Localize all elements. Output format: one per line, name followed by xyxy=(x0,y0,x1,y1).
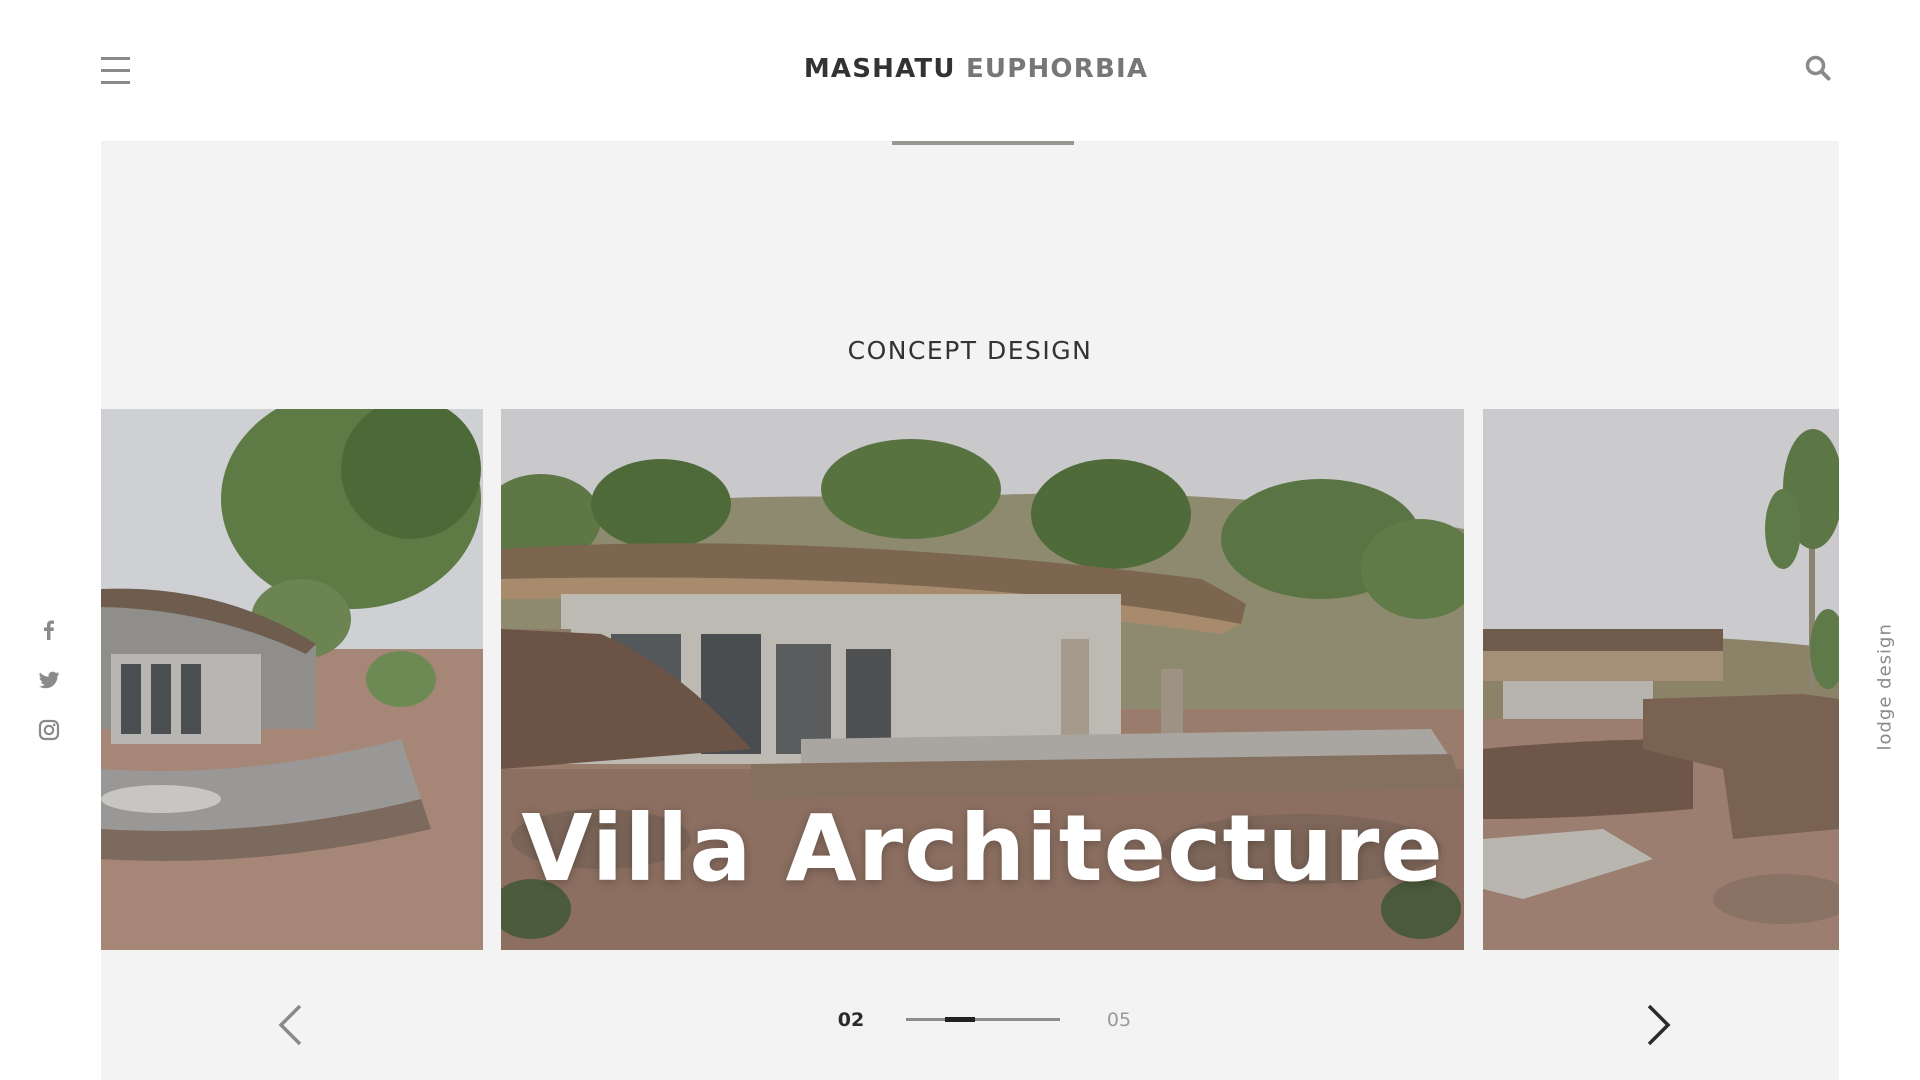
slide-next[interactable] xyxy=(1483,409,1839,950)
search-icon[interactable] xyxy=(1805,55,1831,81)
villa-render-right-image xyxy=(1483,409,1839,950)
site-logo[interactable]: MASHATU EUPHORBIA xyxy=(0,54,1920,84)
chevron-left-icon[interactable] xyxy=(276,1003,304,1047)
facebook-icon[interactable] xyxy=(37,618,61,642)
slider-progress-track xyxy=(906,1017,1060,1022)
slide-counter-current: 02 xyxy=(837,1009,865,1031)
slide-caption: Villa Architecture xyxy=(521,795,1444,902)
chevron-right-icon[interactable] xyxy=(1645,1003,1673,1047)
slide-counter-total: 05 xyxy=(1106,1009,1132,1031)
logo-primary: MASHATU xyxy=(803,54,956,84)
logo-secondary: EUPHORBIA xyxy=(965,54,1149,84)
villa-render-left-image xyxy=(101,409,483,950)
side-label: lodge design xyxy=(1874,623,1896,751)
slider-progress-fill xyxy=(945,1017,975,1022)
slide-active[interactable]: Villa Architecture xyxy=(501,409,1464,950)
instagram-icon[interactable] xyxy=(37,718,61,742)
top-indicator-bar xyxy=(892,141,1074,145)
site-header: MASHATU EUPHORBIA xyxy=(0,0,1920,140)
twitter-icon[interactable] xyxy=(37,668,61,692)
section-title: CONCEPT DESIGN xyxy=(847,336,1093,365)
slide-previous[interactable] xyxy=(101,409,483,950)
